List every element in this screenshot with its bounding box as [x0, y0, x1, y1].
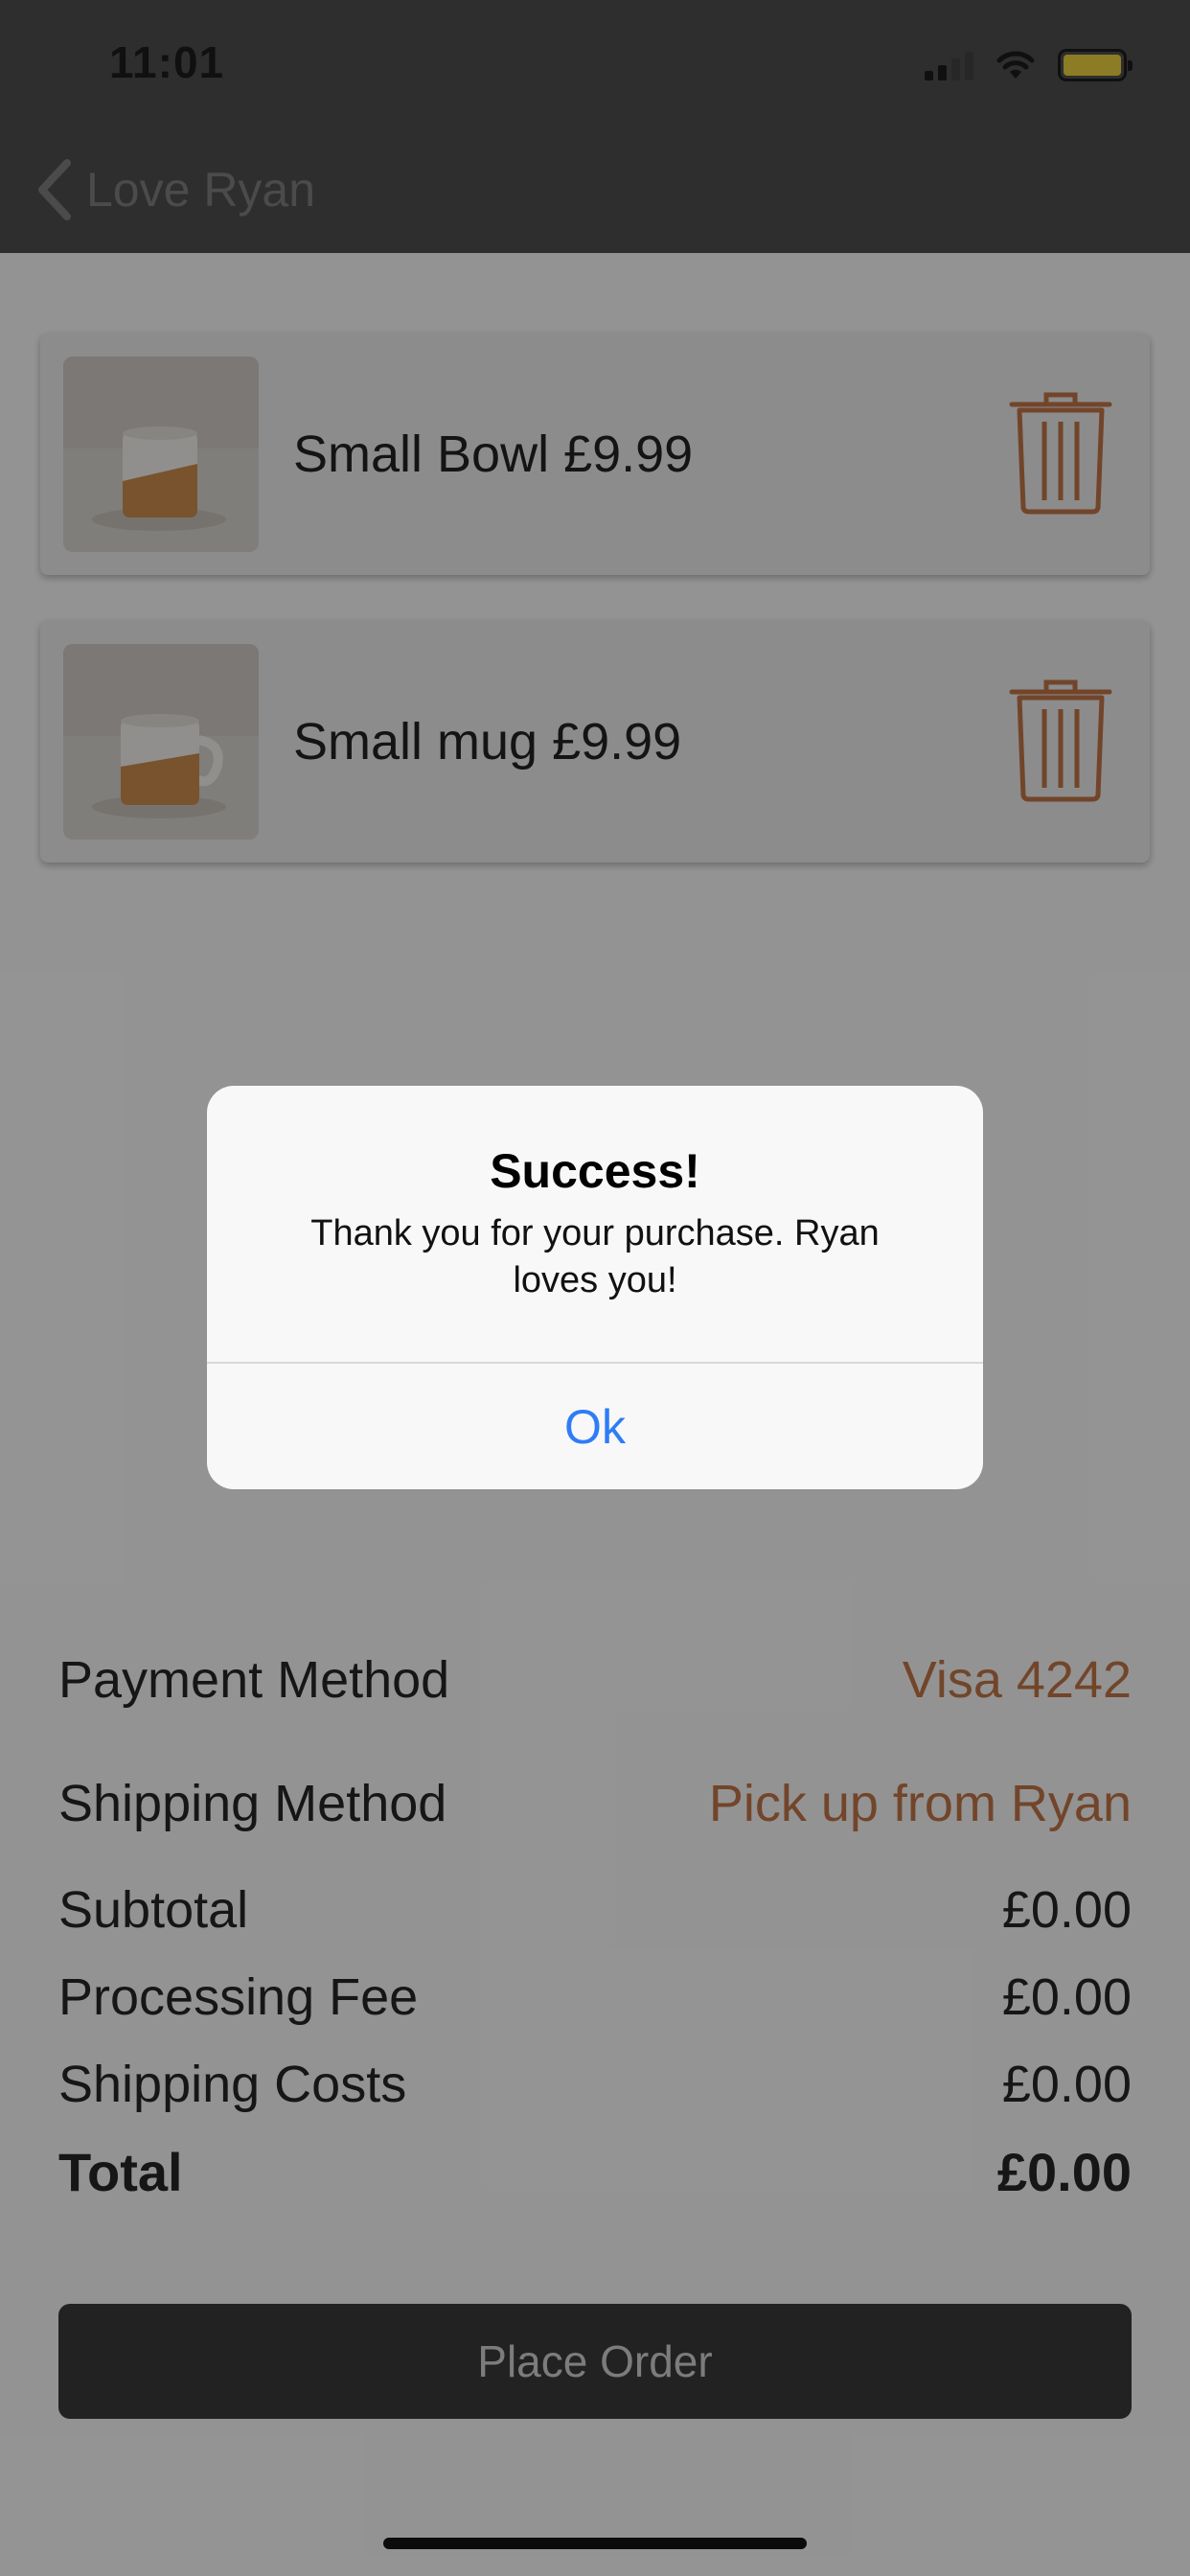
alert-message: Thank you for your purchase. Ryan loves …	[310, 1213, 880, 1300]
home-indicator[interactable]	[383, 2538, 807, 2549]
ok-button[interactable]: Ok	[207, 1364, 983, 1489]
alert-title: Success!	[490, 1144, 700, 1198]
success-alert: Success! Thank you for your purchase. Ry…	[207, 1086, 983, 1489]
